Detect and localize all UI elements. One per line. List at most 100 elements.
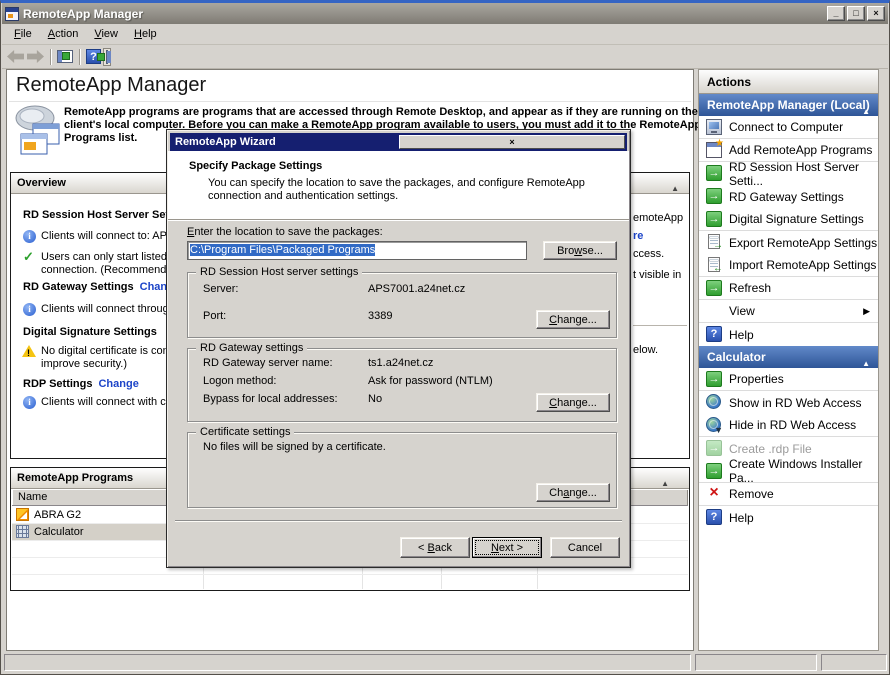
toolbar-separator: [79, 49, 80, 65]
status-bar-segment: [695, 654, 817, 671]
app-icon: [5, 7, 19, 21]
menu-help[interactable]: Help: [126, 26, 165, 42]
info-icon: i: [23, 303, 36, 316]
overview-fragment: emoteApp: [633, 212, 683, 224]
import-icon: ←: [708, 257, 720, 272]
back-icon[interactable]: [7, 50, 24, 63]
logon-method-label: Logon method:: [203, 375, 276, 387]
maximize-button[interactable]: □: [847, 6, 865, 21]
menu-file[interactable]: File: [6, 26, 40, 42]
action-remove[interactable]: × Remove: [699, 483, 878, 506]
help-icon: ?: [706, 326, 722, 342]
console-tree-icon[interactable]: [57, 50, 73, 63]
action-pane-icon: [106, 50, 108, 64]
server-label: Server:: [203, 283, 238, 295]
help-icon: ?: [706, 509, 722, 525]
action-rd-session-host-server-settings[interactable]: → RD Session Host Server Setti...: [699, 162, 878, 185]
remoteapp-manager-window: RemoteApp Manager _ □ × File Action View…: [0, 0, 890, 675]
actions-group-calculator[interactable]: Calculator ▲: [699, 346, 878, 368]
programs-title: RemoteApp Programs: [17, 472, 133, 484]
overview-right-divider: [633, 325, 687, 326]
close-button[interactable]: ×: [867, 6, 885, 21]
port-value: 3389: [368, 310, 392, 322]
change-link[interactable]: Change: [98, 378, 138, 390]
action-hide-in-rd-web-access[interactable]: ▼ Hide in RD Web Access: [699, 414, 878, 437]
overview-fragment: elow.: [633, 344, 658, 356]
info-icon: i: [23, 396, 36, 409]
remoteapp-wizard-dialog: RemoteApp Wizard × Specify Package Setti…: [166, 129, 631, 568]
gateway-group: RD Gateway settings RD Gateway server na…: [187, 348, 617, 422]
calculator-icon: [16, 525, 29, 538]
action-help[interactable]: ? Help: [699, 323, 878, 346]
warning-icon: !: [22, 345, 36, 357]
overview-heading: RD Gateway SettingsChange: [23, 281, 180, 293]
wizard-header: Specify Package Settings You can specify…: [168, 151, 629, 220]
bypass-label: Bypass for local addresses:: [203, 393, 338, 405]
action-import-remoteapp-settings[interactable]: ← Import RemoteApp Settings: [699, 254, 878, 277]
wizard-separator: [175, 520, 622, 522]
location-label: Enter the location to save the packages:: [187, 226, 383, 238]
green-arrow-icon: →: [706, 440, 722, 456]
check-icon: ✓: [23, 250, 34, 263]
action-rd-gateway-settings[interactable]: → RD Gateway Settings: [699, 185, 878, 208]
export-icon: →: [708, 234, 720, 249]
forward-icon[interactable]: [27, 50, 44, 63]
toolbar: ?: [2, 45, 888, 69]
actions-pane: Actions RemoteApp Manager (Local) ▲ Conn…: [698, 69, 879, 651]
next-button[interactable]: Next >: [472, 537, 542, 558]
collapse-icon[interactable]: ▲: [671, 178, 679, 199]
action-help-calculator[interactable]: ? Help: [699, 506, 878, 529]
action-show-in-rd-web-access[interactable]: Show in RD Web Access: [699, 391, 878, 414]
window-titlebar[interactable]: RemoteApp Manager _ □ ×: [2, 3, 888, 24]
action-export-remoteapp-settings[interactable]: → Export RemoteApp Settings: [699, 231, 878, 254]
menu-view[interactable]: View: [86, 26, 126, 42]
gateway-server-value: ts1.a24net.cz: [368, 357, 433, 369]
show-action-pane-button[interactable]: [104, 49, 110, 65]
action-create-windows-installer[interactable]: → Create Windows Installer Pa...: [699, 460, 878, 483]
overview-heading: Digital Signature Settings: [23, 326, 157, 338]
globe-hide-icon: ▼: [706, 417, 721, 432]
add-program-icon: ★: [706, 142, 722, 158]
gateway-server-label: RD Gateway server name:: [203, 357, 333, 369]
menu-action[interactable]: Action: [40, 26, 87, 42]
browse-button[interactable]: Browse...: [543, 241, 617, 260]
minimize-button[interactable]: _: [827, 6, 845, 21]
back-button[interactable]: < Back: [400, 537, 470, 558]
window-title: RemoteApp Manager: [23, 7, 827, 21]
toolbar-separator: [50, 49, 51, 65]
remoteapp-logo-icon: [11, 102, 65, 162]
overview-fragment: t visible in: [633, 269, 681, 281]
description-line: RemoteApp programs are programs that are…: [64, 106, 698, 118]
wizard-title: RemoteApp Wizard: [175, 133, 399, 151]
change-gateway-button[interactable]: Change...: [536, 393, 610, 412]
close-icon[interactable]: ×: [399, 135, 625, 149]
action-properties[interactable]: → Properties: [699, 368, 878, 391]
grid-line: [12, 574, 688, 575]
action-view[interactable]: View ▶: [699, 300, 878, 323]
cancel-button[interactable]: Cancel: [550, 537, 620, 558]
green-arrow-icon: →: [706, 211, 722, 227]
green-arrow-icon: →: [706, 463, 722, 479]
page-title: RemoteApp Manager: [16, 74, 206, 97]
certificate-group: Certificate settings No files will be si…: [187, 432, 617, 508]
actions-group-remoteapp-manager[interactable]: RemoteApp Manager (Local) ▲: [699, 94, 878, 116]
info-icon: i: [23, 230, 36, 243]
computer-icon: [706, 119, 722, 135]
location-input[interactable]: C:\Program Files\Packaged Programs: [187, 241, 527, 260]
change-session-button[interactable]: Change...: [536, 310, 610, 329]
actions-title: Actions: [699, 70, 878, 94]
bypass-value: No: [368, 393, 382, 405]
action-digital-signature-settings[interactable]: → Digital Signature Settings: [699, 208, 878, 231]
wizard-titlebar[interactable]: RemoteApp Wizard ×: [170, 133, 627, 151]
wizard-subheading: You can specify the location to save the…: [208, 177, 585, 189]
action-refresh[interactable]: → Refresh: [699, 277, 878, 300]
green-arrow-icon: →: [706, 165, 722, 181]
action-connect-to-computer[interactable]: Connect to Computer: [699, 116, 878, 139]
gateway-group-title: RD Gateway settings: [196, 342, 307, 354]
change-certificate-button[interactable]: Change...: [536, 483, 610, 502]
overview-fragment-link[interactable]: re: [633, 230, 643, 242]
port-label: Port:: [203, 310, 226, 322]
logon-method-value: Ask for password (NTLM): [368, 375, 493, 387]
overview-heading: RDP SettingsChange: [23, 378, 139, 390]
status-bar-segment: [821, 654, 887, 671]
